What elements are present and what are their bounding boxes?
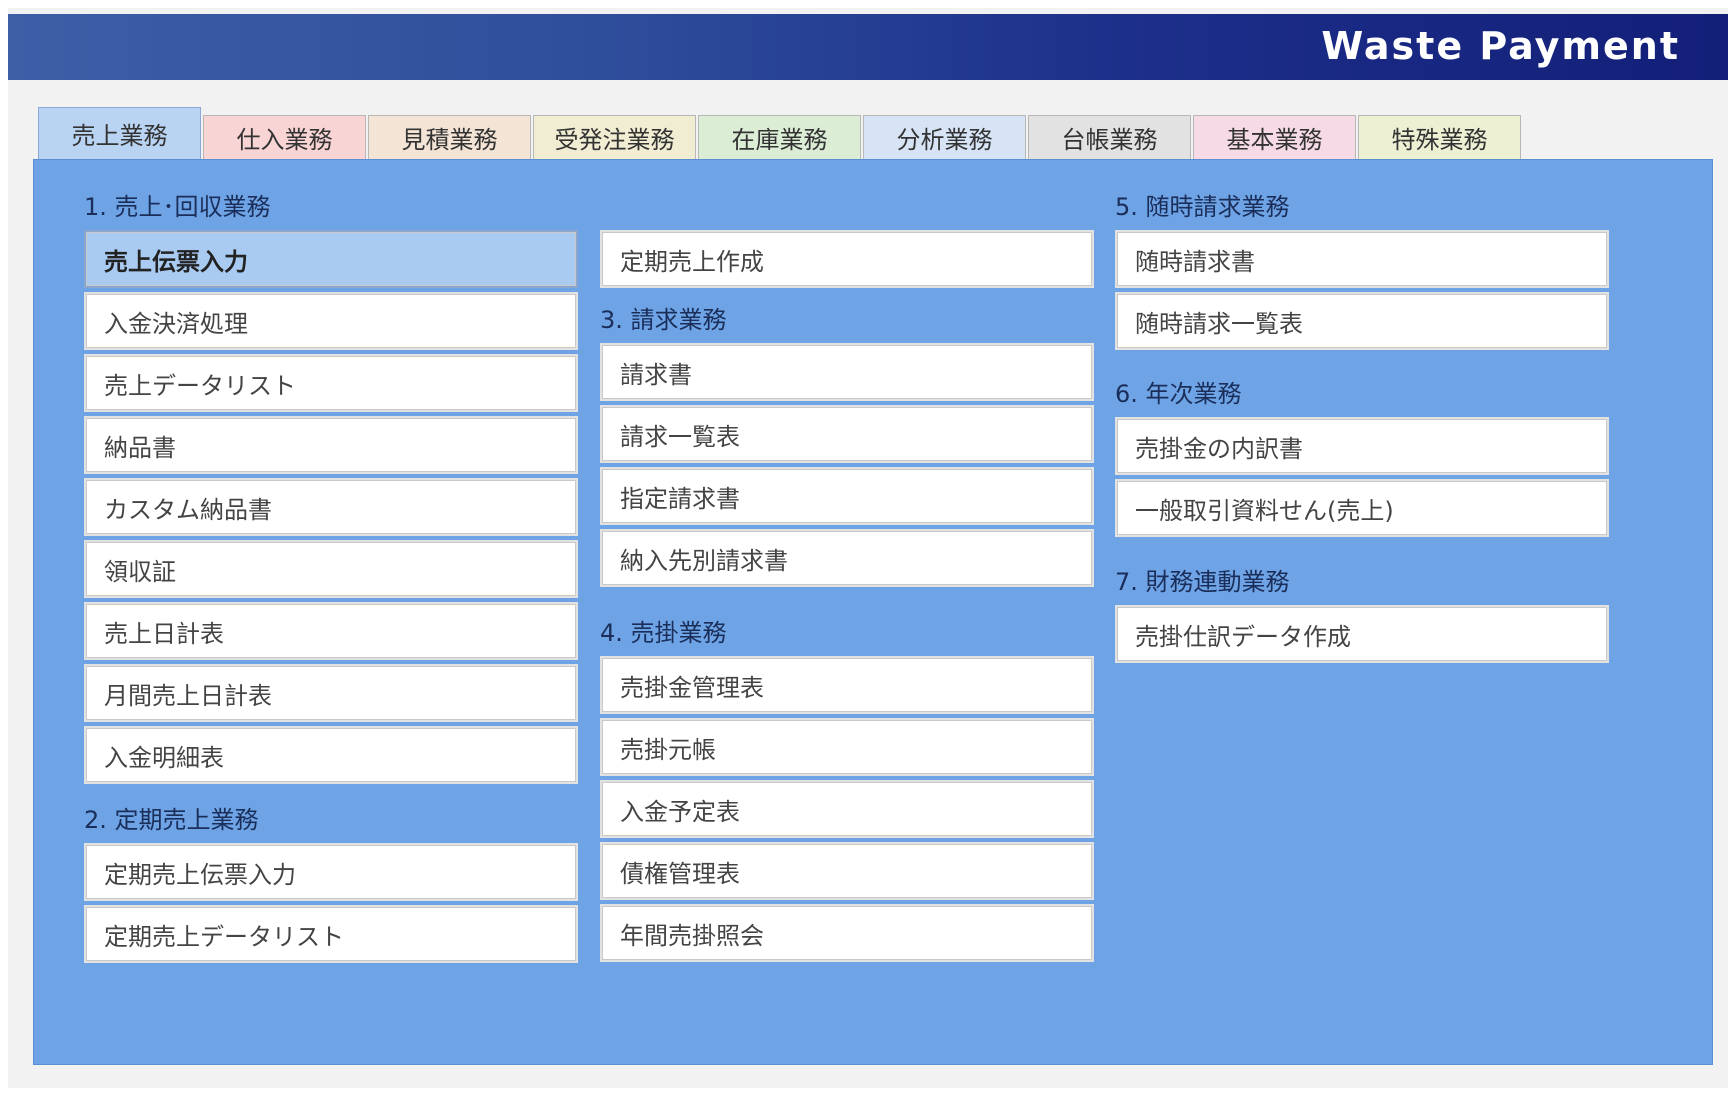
- menu-item-receivables-breakdown[interactable]: 売掛金の内訳書: [1115, 417, 1609, 475]
- menu-item-invoice[interactable]: 請求書: [600, 343, 1094, 401]
- app-title: Waste Payment: [1321, 24, 1680, 68]
- tab-sales[interactable]: 売上業務: [38, 107, 201, 159]
- tab-ledger[interactable]: 台帳業務: [1028, 115, 1191, 159]
- section-heading-periodic-sales: 2. 定期売上業務: [84, 806, 259, 834]
- app-window: Waste Payment 売上業務 仕入業務 見積業務 受発注業務 在庫業務 …: [8, 8, 1728, 1088]
- menu-item-payment-details[interactable]: 入金明細表: [84, 726, 578, 784]
- menu-item-invoice-by-delivery-destination[interactable]: 納入先別請求書: [600, 529, 1094, 587]
- app-header: Waste Payment: [8, 14, 1728, 80]
- menu-item-invoice-list[interactable]: 請求一覧表: [600, 405, 1094, 463]
- section-heading-billing: 3. 請求業務: [600, 306, 727, 334]
- tab-purchase[interactable]: 仕入業務: [203, 115, 366, 159]
- section-heading-sales-collection: 1. 売上･回収業務: [84, 193, 271, 221]
- menu-item-receivables-ledger[interactable]: 売掛元帳: [600, 718, 1094, 776]
- tab-inventory[interactable]: 在庫業務: [698, 115, 861, 159]
- menu-item-payment-settlement[interactable]: 入金決済処理: [84, 292, 578, 350]
- menu-item-monthly-daily-sales-report[interactable]: 月間売上日計表: [84, 664, 578, 722]
- menu-item-designated-invoice[interactable]: 指定請求書: [600, 467, 1094, 525]
- menu-item-periodic-sales-data-list[interactable]: 定期売上データリスト: [84, 905, 578, 963]
- tab-basic[interactable]: 基本業務: [1193, 115, 1356, 159]
- menu-item-payment-schedule[interactable]: 入金予定表: [600, 780, 1094, 838]
- menu-item-adhoc-invoice[interactable]: 随時請求書: [1115, 230, 1609, 288]
- menu-item-delivery-note[interactable]: 納品書: [84, 416, 578, 474]
- menu-item-custom-delivery-note[interactable]: カスタム納品書: [84, 478, 578, 536]
- tab-estimate[interactable]: 見積業務: [368, 115, 531, 159]
- menu-item-general-transaction-data[interactable]: 一般取引資料せん(売上): [1115, 479, 1609, 537]
- menu-panel: 1. 売上･回収業務 売上伝票入力 入金決済処理 売上データリスト 納品書 カス…: [33, 159, 1713, 1065]
- menu-item-daily-sales-report[interactable]: 売上日計表: [84, 602, 578, 660]
- section-heading-annual: 6. 年次業務: [1115, 380, 1242, 408]
- menu-item-sales-slip-entry[interactable]: 売上伝票入力: [84, 230, 578, 288]
- tab-orders[interactable]: 受発注業務: [533, 115, 696, 159]
- menu-item-periodic-sales-creation[interactable]: 定期売上作成: [600, 230, 1094, 288]
- menu-item-periodic-sales-slip-entry[interactable]: 定期売上伝票入力: [84, 843, 578, 901]
- menu-item-receivables-management[interactable]: 売掛金管理表: [600, 656, 1094, 714]
- menu-item-sales-data-list[interactable]: 売上データリスト: [84, 354, 578, 412]
- section-heading-financial-link: 7. 財務連動業務: [1115, 568, 1290, 596]
- menu-item-annual-receivables-inquiry[interactable]: 年間売掛照会: [600, 904, 1094, 962]
- tab-bar: 売上業務 仕入業務 見積業務 受発注業務 在庫業務 分析業務 台帳業務 基本業務…: [38, 107, 1523, 159]
- section-heading-adhoc-billing: 5. 随時請求業務: [1115, 193, 1290, 221]
- section-heading-receivables: 4. 売掛業務: [600, 619, 727, 647]
- menu-item-receivables-journal-data[interactable]: 売掛仕訳データ作成: [1115, 605, 1609, 663]
- tab-analysis[interactable]: 分析業務: [863, 115, 1026, 159]
- tab-special[interactable]: 特殊業務: [1358, 115, 1521, 159]
- menu-item-credit-management[interactable]: 債権管理表: [600, 842, 1094, 900]
- menu-item-receipt[interactable]: 領収証: [84, 540, 578, 598]
- menu-item-adhoc-invoice-list[interactable]: 随時請求一覧表: [1115, 292, 1609, 350]
